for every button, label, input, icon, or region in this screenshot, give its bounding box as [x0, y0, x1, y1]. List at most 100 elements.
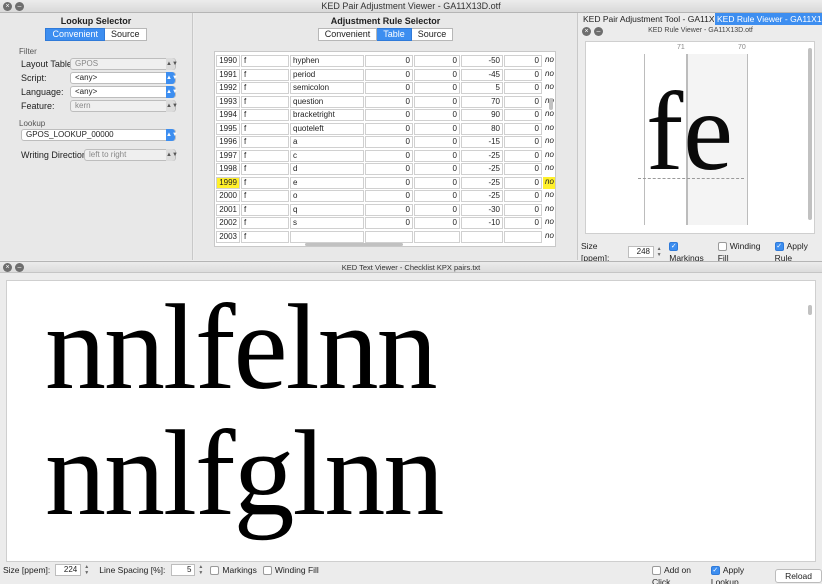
second-glyph-cell[interactable]	[290, 230, 364, 243]
value-c-cell[interactable]: -25	[461, 149, 503, 162]
value-a-cell[interactable]: 0	[365, 95, 413, 108]
second-glyph-cell[interactable]: d	[290, 163, 364, 175]
tv-markings-checkbox[interactable]: Markings	[210, 564, 257, 576]
second-glyph-cell[interactable]: quoteleft	[290, 122, 364, 135]
text-viewer-vscroll[interactable]	[808, 305, 812, 315]
first-glyph-cell[interactable]: f	[241, 68, 289, 81]
first-glyph-cell[interactable]: f	[241, 203, 289, 216]
text-viewer-canvas[interactable]: nnlfelnn nnlfglnn	[6, 280, 816, 562]
note-cell[interactable]: no furt.	[543, 122, 555, 135]
value-d-cell[interactable]: 0	[504, 109, 542, 121]
value-c-cell[interactable]: -15	[461, 136, 503, 148]
writing-direction-select[interactable]: left to right ▲▼	[84, 149, 178, 161]
rule-table[interactable]: 1990fhyphen00-500no furt.1991fperiod00-4…	[214, 51, 556, 247]
first-glyph-cell[interactable]: f	[241, 163, 289, 175]
note-cell[interactable]: no furt.	[543, 82, 555, 94]
value-b-cell[interactable]: 0	[414, 217, 460, 229]
tv-winding-fill-checkbox[interactable]: Winding Fill	[262, 564, 319, 576]
second-glyph-cell[interactable]: bracketright	[290, 109, 364, 121]
second-glyph-cell[interactable]: e	[290, 176, 364, 189]
line-spacing-input[interactable]: 5	[171, 564, 196, 576]
value-b-cell[interactable]: 0	[414, 136, 460, 148]
first-glyph-cell[interactable]: f	[241, 109, 289, 121]
value-d-cell[interactable]	[504, 230, 542, 243]
table-row[interactable]: 1999fe00-250no furt.	[215, 176, 555, 190]
close-window-icon[interactable]: ×	[3, 2, 12, 11]
value-a-cell[interactable]: 0	[365, 82, 413, 94]
first-glyph-cell[interactable]: f	[241, 217, 289, 229]
value-d-cell[interactable]: 0	[504, 176, 542, 189]
rule-table-vscroll[interactable]	[549, 98, 553, 110]
value-a-cell[interactable]: 0	[365, 163, 413, 175]
first-glyph-cell[interactable]: f	[241, 176, 289, 189]
tab-convenient[interactable]: Convenient	[317, 28, 378, 41]
value-a-cell[interactable]: 0	[365, 109, 413, 121]
table-row[interactable]: 1998fd00-250no furt.	[215, 162, 555, 176]
second-glyph-cell[interactable]: period	[290, 68, 364, 81]
value-c-cell[interactable]: -45	[461, 68, 503, 81]
value-c-cell[interactable]: -25	[461, 163, 503, 175]
value-c-cell[interactable]: 90	[461, 109, 503, 121]
second-glyph-cell[interactable]: o	[290, 190, 364, 202]
table-row[interactable]: 1992fsemicolon0050no furt.	[215, 81, 555, 95]
rule-viewer-canvas[interactable]: 71 70 fe	[585, 41, 815, 234]
value-a-cell[interactable]	[365, 230, 413, 243]
tab-source[interactable]: Source	[105, 28, 147, 41]
table-row[interactable]: 2003f no furt.	[215, 230, 555, 244]
table-row[interactable]: 1994fbracketright00900no furt.	[215, 108, 555, 122]
value-a-cell[interactable]: 0	[365, 190, 413, 202]
first-glyph-cell[interactable]: f	[241, 95, 289, 108]
note-cell[interactable]: no furt.	[543, 109, 555, 121]
rule-id-cell[interactable]: 1993	[216, 95, 240, 108]
table-row[interactable]: 2001fq00-300no furt.	[215, 203, 555, 217]
value-d-cell[interactable]: 0	[504, 149, 542, 162]
tab-convenient[interactable]: Convenient	[45, 28, 105, 41]
tv-size-stepper-icon[interactable]: ▲ ▼	[83, 564, 90, 576]
rule-id-cell[interactable]: 2002	[216, 217, 240, 229]
second-glyph-cell[interactable]: q	[290, 203, 364, 216]
tab-table[interactable]: Table	[377, 28, 412, 41]
value-c-cell[interactable]	[461, 230, 503, 243]
value-c-cell[interactable]: -30	[461, 203, 503, 216]
rule-viewer-vscroll[interactable]	[808, 48, 812, 220]
value-a-cell[interactable]: 0	[365, 203, 413, 216]
value-a-cell[interactable]: 0	[365, 122, 413, 135]
layout-table-select[interactable]: GPOS ▲▼	[70, 58, 178, 70]
script-select[interactable]: <any> ▲▼	[70, 72, 178, 84]
value-b-cell[interactable]: 0	[414, 68, 460, 81]
value-c-cell[interactable]: 80	[461, 122, 503, 135]
value-b-cell[interactable]: 0	[414, 149, 460, 162]
first-glyph-cell[interactable]: f	[241, 149, 289, 162]
rule-id-cell[interactable]: 2003	[216, 230, 240, 243]
note-cell[interactable]: no furt.	[543, 230, 555, 243]
table-row[interactable]: 2002fs00-100no furt.	[215, 216, 555, 230]
rule-id-cell[interactable]: 1994	[216, 109, 240, 121]
rule-id-cell[interactable]: 1999	[216, 176, 240, 189]
value-b-cell[interactable]: 0	[414, 82, 460, 94]
value-d-cell[interactable]: 0	[504, 68, 542, 81]
first-glyph-cell[interactable]: f	[241, 190, 289, 202]
value-c-cell[interactable]: -25	[461, 176, 503, 189]
value-a-cell[interactable]: 0	[365, 149, 413, 162]
rule-id-cell[interactable]: 1995	[216, 122, 240, 135]
value-d-cell[interactable]: 0	[504, 95, 542, 108]
table-row[interactable]: 1990fhyphen00-500no furt.	[215, 54, 555, 68]
rule-id-cell[interactable]: 2000	[216, 190, 240, 202]
first-glyph-cell[interactable]: f	[241, 122, 289, 135]
table-row[interactable]: 1996fa00-150no furt.	[215, 135, 555, 149]
note-cell[interactable]: no furt.	[543, 149, 555, 162]
rule-id-cell[interactable]: 1991	[216, 68, 240, 81]
value-b-cell[interactable]: 0	[414, 55, 460, 67]
value-d-cell[interactable]: 0	[504, 163, 542, 175]
value-c-cell[interactable]: -50	[461, 55, 503, 67]
note-cell[interactable]: no furt.	[543, 203, 555, 216]
rule-id-cell[interactable]: 1997	[216, 149, 240, 162]
table-row[interactable]: 1997fc00-250no furt.	[215, 149, 555, 163]
language-select[interactable]: <any> ▲▼	[70, 86, 178, 98]
first-glyph-cell[interactable]: f	[241, 136, 289, 148]
minimize-window-icon[interactable]: –	[15, 2, 24, 11]
value-d-cell[interactable]: 0	[504, 82, 542, 94]
reload-button[interactable]: Reload	[775, 569, 822, 583]
second-glyph-cell[interactable]: semicolon	[290, 82, 364, 94]
tab-pair-adjustment-tool[interactable]: KED Pair Adjustment Tool - GA11X1...	[581, 13, 714, 25]
